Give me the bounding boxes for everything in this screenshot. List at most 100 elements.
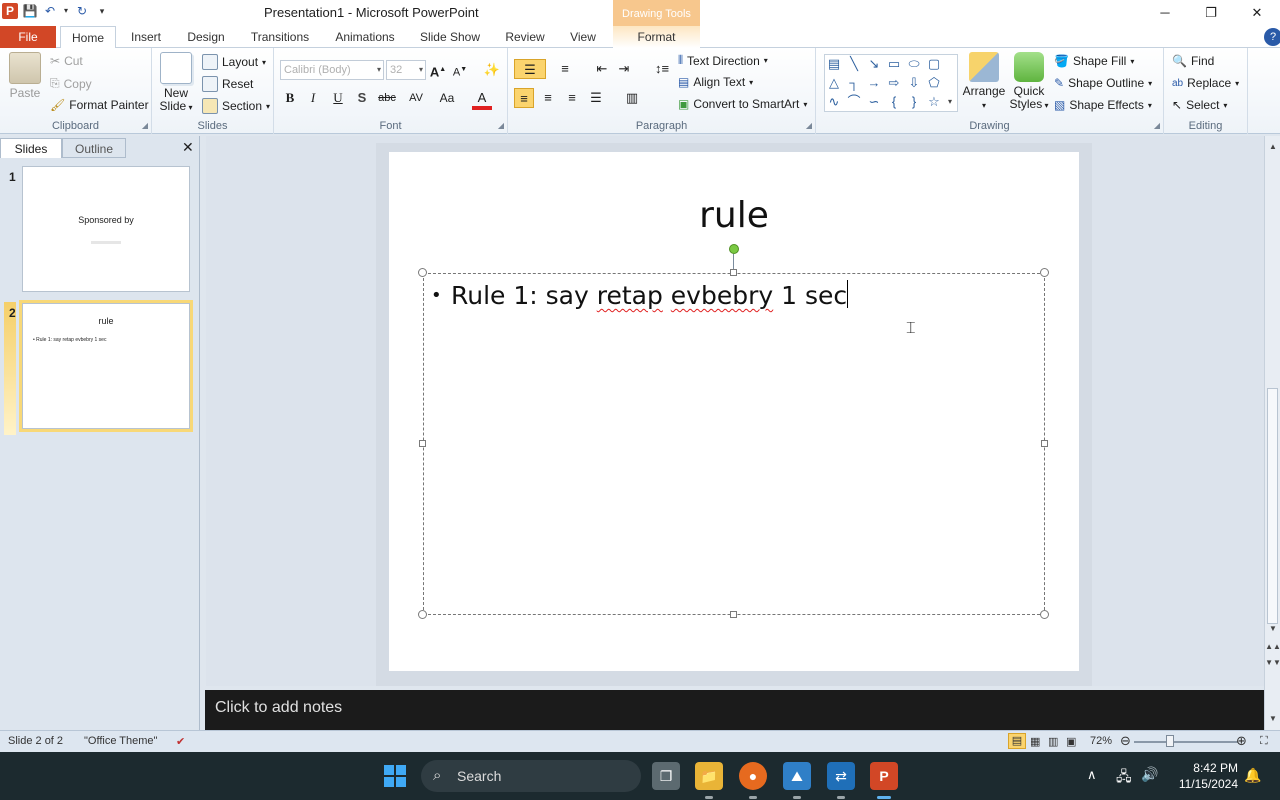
show-hidden-icons-icon[interactable]: ∧ [1087,767,1097,783]
scroll-down-icon[interactable]: ▼ [1265,624,1280,633]
resize-handle-top-left[interactable] [418,268,427,277]
tab-slides[interactable]: Slides [0,138,62,158]
shape-fill-button[interactable]: 🪣 Shape Fill ▾ [1054,54,1134,68]
resize-handle-right[interactable] [1041,440,1048,447]
customize-qat-icon[interactable]: ▾ [94,3,110,19]
zoom-level[interactable]: 72% [1090,735,1112,747]
task-view-icon[interactable]: ❐ [652,762,680,790]
star-shape-icon[interactable]: ☆ [925,93,943,111]
resize-handle-bottom-right[interactable] [1040,610,1049,619]
slide-title[interactable]: rule [389,195,1079,236]
reading-view-icon[interactable]: ▥ [1048,735,1058,748]
bullets-button[interactable]: ☰ [514,59,546,79]
align-text-button[interactable]: ▤ Align Text ▾ [678,75,753,89]
zoom-slider[interactable] [1134,741,1238,743]
font-color-button[interactable]: A [472,88,492,110]
dialog-launcher-icon[interactable]: ◢ [806,121,812,130]
vertical-scrollbar[interactable]: ▲ ▼ ▲▲ ▼▼ ▼ [1264,136,1280,730]
misspelled-word[interactable]: evbebry [671,281,773,310]
elbow-connector-shape-icon[interactable]: ┐ [845,74,863,92]
tab-design[interactable]: Design [178,26,234,48]
bullet-item[interactable]: • Rule 1: say retap evbebry 1 sec [431,280,849,310]
slide-show-view-icon[interactable]: ▣ [1066,735,1076,748]
resize-handle-bottom-left[interactable] [418,610,427,619]
tab-file[interactable]: File [0,26,56,48]
scroll-down-notes-icon[interactable]: ▼ [1265,714,1280,723]
network-icon[interactable]: 🖧 [1116,766,1132,790]
firefox-icon[interactable]: ● [739,762,767,790]
slide-thumbnail-2[interactable]: rule • Rule 1: say retap evbebry 1 sec [22,303,190,429]
layout-button[interactable]: Layout ▾ [202,54,266,70]
down-arrow-shape-icon[interactable]: ⇩ [905,74,923,92]
rotation-handle[interactable] [729,244,739,254]
tab-transitions[interactable]: Transitions [242,26,318,48]
align-center-icon[interactable]: ≡ [538,88,558,108]
powerpoint-taskbar-icon[interactable]: P [870,762,898,790]
file-explorer-icon[interactable]: 📁 [695,762,723,790]
resize-handle-top-right[interactable] [1040,268,1049,277]
dialog-launcher-icon[interactable]: ◢ [142,121,148,130]
grow-font-icon[interactable]: A▲ [428,60,448,80]
volume-icon[interactable]: 🔊 [1141,766,1158,783]
paste-button[interactable]: Paste [4,52,46,100]
tab-format[interactable]: Format [613,26,700,48]
right-arrow-shape-icon[interactable]: ⇨ [885,74,903,92]
curve-shape-icon[interactable]: ∿ [825,93,843,111]
shapes-gallery[interactable]: ▤ ╲ ↘ ▭ ⬭ ▢ △ ┐ → ⇨ ⇩ ⬠ ∿ ⌒ ∽ { } ☆ ▾ [824,54,958,112]
close-pane-icon[interactable]: ✕ [182,139,194,156]
strikethrough-button[interactable]: abc [374,88,400,108]
tab-review[interactable]: Review [498,26,552,48]
columns-icon[interactable]: ▥ [618,88,646,108]
windows-start-icon[interactable] [384,765,406,787]
shape-outline-button[interactable]: ✎ Shape Outline ▾ [1054,76,1152,90]
dialog-launcher-icon[interactable]: ◢ [498,121,504,130]
normal-view-icon[interactable]: ▤ [1008,733,1026,749]
remote-desktop-icon[interactable]: ⇄ [827,762,855,790]
character-spacing-button[interactable]: AV [402,88,430,108]
content-text-box[interactable] [423,273,1045,615]
redo-icon[interactable]: ↻ [74,3,90,19]
reset-button[interactable]: Reset [202,76,253,92]
powerpoint-app-icon[interactable]: P [2,3,18,19]
arrange-button[interactable]: Arrange ▾ [962,52,1006,112]
rounded-rectangle-shape-icon[interactable]: ▢ [925,55,943,73]
scrollbar-thumb[interactable] [1267,388,1278,624]
shadow-button[interactable]: S [352,88,372,108]
align-left-icon[interactable]: ≡ [514,88,534,108]
justify-icon[interactable]: ☰ [586,88,606,108]
undo-dropdown-icon[interactable]: ▾ [62,3,70,19]
fit-to-window-icon[interactable]: ⛶ [1260,735,1268,748]
bold-button[interactable]: B [280,88,300,108]
photos-app-icon[interactable]: ⛰ [783,762,811,790]
arc-shape-icon[interactable]: ⌒ [845,93,863,111]
line-shape-icon[interactable]: ╲ [845,55,863,73]
italic-button[interactable]: I [303,88,323,108]
freeform-shape-icon[interactable]: ⬠ [925,74,943,92]
copy-button[interactable]: ⎘ Copy [50,76,92,91]
text-box-shape-icon[interactable]: ▤ [825,55,843,73]
tab-animations[interactable]: Animations [326,26,404,48]
find-button[interactable]: 🔍 Find [1172,54,1214,68]
zoom-in-icon[interactable]: ⊕ [1236,733,1247,749]
quick-styles-button[interactable]: Quick Styles ▾ [1008,52,1050,112]
select-button[interactable]: ↖ Select ▾ [1172,98,1227,112]
dialog-launcher-icon[interactable]: ◢ [1154,121,1160,130]
next-slide-icon[interactable]: ▼▼ [1265,658,1280,667]
numbering-button[interactable]: ≡ [550,59,580,79]
elbow-arrow-shape-icon[interactable]: → [865,74,883,92]
misspelled-word[interactable]: retap [597,281,663,310]
tab-insert[interactable]: Insert [120,26,172,48]
convert-to-smartart-button[interactable]: ▣ Convert to SmartArt ▾ [678,97,807,111]
align-right-icon[interactable]: ≡ [562,88,582,108]
undo-icon[interactable]: ↶ [42,3,58,19]
minimize-icon[interactable]: ─ [1142,0,1188,26]
tab-home[interactable]: Home [60,26,116,49]
right-brace-shape-icon[interactable]: } [905,93,923,111]
save-icon[interactable]: 💾 [22,3,38,19]
cut-button[interactable]: ✂ Cut [50,54,83,68]
close-icon[interactable]: ✕ [1234,0,1280,26]
spell-check-icon[interactable]: ✔ [176,735,185,748]
new-slide-button[interactable]: New Slide ▾ [156,52,196,114]
theme-name[interactable]: "Office Theme" [84,735,157,747]
taskbar-search[interactable]: ⌕ Search [421,760,641,792]
